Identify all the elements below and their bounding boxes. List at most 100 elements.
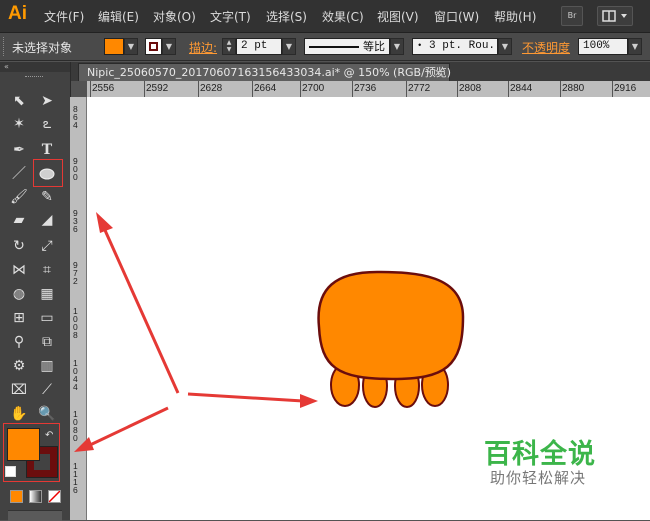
scale-tool-icon[interactable]: ⤢ [36, 236, 58, 256]
h-ruler-label: 2844 [510, 83, 533, 94]
v-ruler-label: 1044 [73, 358, 78, 392]
v-ruler-label: 1116 [73, 461, 78, 495]
watermark-subtitle: 助你轻松解决 [490, 469, 587, 487]
direct-selection-tool-icon[interactable]: ➤ [36, 91, 58, 111]
menu-window[interactable]: 窗口(W) [434, 8, 479, 25]
bridge-button[interactable]: Br [561, 6, 583, 26]
artboard-tool-icon[interactable]: ⌧ [8, 380, 30, 400]
menu-effect[interactable]: 效果(C) [322, 8, 364, 25]
h-ruler-label: 2628 [200, 83, 223, 94]
app-logo: Ai [8, 3, 27, 24]
variable-width-profile[interactable]: 等比 [304, 38, 390, 55]
menu-bar: Ai 文件(F) 编辑(E) 对象(O) 文字(T) 选择(S) 效果(C) 视… [0, 0, 650, 33]
pencil-tool-icon[interactable]: ✎ [36, 187, 58, 207]
profile-line-icon [309, 46, 359, 49]
line-segment-tool-icon[interactable]: ／ [8, 164, 30, 184]
eyedropper-tool-icon[interactable]: ⚲ [8, 332, 30, 352]
stroke-weight-field[interactable]: 2 pt [236, 38, 282, 55]
menu-type[interactable]: 文字(T) [210, 8, 251, 25]
hand-tool-icon[interactable]: ✋ [8, 404, 30, 424]
stroke-weight-stepper[interactable]: ▲ ▼ [222, 38, 236, 55]
brush-dropdown[interactable]: ▼ [498, 38, 512, 55]
h-ruler-label: 2916 [614, 83, 637, 94]
perspective-grid-tool-icon[interactable]: ▦ [36, 284, 58, 304]
h-ruler-label: 2880 [562, 83, 585, 94]
menu-object[interactable]: 对象(O) [153, 8, 196, 25]
drawing-modes-icon[interactable] [8, 510, 62, 521]
body-shape [317, 270, 465, 381]
mesh-tool-icon[interactable]: ⊞ [8, 308, 30, 328]
shape-builder-tool-icon[interactable]: ◍ [8, 284, 30, 304]
toolbox-grip[interactable] [25, 76, 43, 79]
free-transform-tool-icon[interactable]: ⌗ [36, 260, 58, 280]
stroke-weight-dropdown[interactable]: ▼ [282, 38, 296, 55]
toolbox-collapse-icon[interactable]: « [0, 62, 70, 72]
v-ruler-label: 936 [73, 208, 78, 234]
close-tab-icon[interactable]: × [434, 64, 443, 81]
h-ruler-label: 2664 [254, 83, 277, 94]
pen-tool-icon[interactable]: ✒ [8, 140, 30, 160]
fill-swatch[interactable] [7, 428, 40, 461]
menu-file[interactable]: 文件(F) [44, 8, 84, 25]
selection-tool-icon[interactable]: ⬉ [8, 91, 30, 111]
opacity-dropdown[interactable]: ▼ [628, 38, 642, 55]
arrange-documents-button[interactable] [597, 6, 633, 26]
v-ruler-label: 864 [73, 104, 78, 130]
v-ruler-label: 1008 [73, 306, 78, 340]
opacity-field[interactable]: 100% [578, 38, 628, 55]
stroke-dropdown-arrow[interactable]: ▼ [162, 38, 176, 55]
menu-help[interactable]: 帮助(H) [494, 8, 536, 25]
magic-wand-tool-icon[interactable]: ✶ [8, 114, 30, 134]
paintbrush-tool-icon[interactable]: 🖌 [8, 187, 30, 207]
blend-tool-icon[interactable]: ⧉ [36, 332, 58, 352]
slice-tool-icon[interactable]: ⟋ [36, 380, 58, 400]
column-graph-tool-icon[interactable]: ▥ [36, 356, 58, 376]
stroke-color-swatch[interactable] [145, 38, 162, 55]
menu-edit[interactable]: 编辑(E) [98, 8, 139, 25]
document-tab-title: Nipic_25060570_20170607163156433034.ai* … [87, 66, 452, 79]
lasso-tool-icon[interactable]: ఽ [36, 114, 58, 134]
width-tool-icon[interactable]: ⋈ [8, 260, 30, 280]
type-tool-icon[interactable]: T [36, 140, 58, 160]
brush-dot-icon: • [417, 41, 423, 51]
blob-brush-tool-icon[interactable]: ▰ [8, 210, 30, 230]
selection-status: 未选择对象 [12, 41, 73, 55]
v-ruler-label: 900 [73, 156, 78, 182]
h-ruler-label: 2700 [302, 83, 325, 94]
menu-select[interactable]: 选择(S) [266, 8, 307, 25]
fill-color-swatch[interactable] [104, 38, 124, 55]
stroke-link[interactable]: 描边: [189, 39, 217, 56]
profile-label: 等比 [363, 40, 385, 53]
profile-dropdown[interactable]: ▼ [390, 38, 404, 55]
fill-dropdown-arrow[interactable]: ▼ [124, 38, 138, 55]
rotate-tool-icon[interactable]: ↻ [8, 236, 30, 256]
watermark-title: 百科全说 [484, 439, 596, 470]
document-tab-row: Nipic_25060570_20170607163156433034.ai* … [70, 62, 650, 81]
h-ruler-label: 2592 [146, 83, 169, 94]
none-mode-icon[interactable] [48, 490, 61, 503]
tools-panel: « ⬉ ➤ ✶ ఽ ✒ T ／ 🖌 ✎ ▰ ◢ ↻ ⤢ ⋈ ⌗ ◍ ▦ ⊞ ▭ … [0, 62, 71, 521]
brush-definition[interactable]: • 3 pt. Rou... [412, 38, 498, 55]
color-mode-icon[interactable] [10, 490, 23, 503]
document-tab[interactable]: Nipic_25060570_20170607163156433034.ai* … [78, 63, 452, 81]
symbol-sprayer-tool-icon[interactable]: ⚙ [8, 356, 30, 376]
gradient-mode-icon[interactable] [29, 490, 42, 503]
brush-label: 3 pt. Rou... [429, 40, 497, 52]
v-ruler-label: 1080 [73, 409, 78, 443]
v-ruler-label: 972 [73, 260, 78, 286]
vertical-ruler: 864 900 936 972 1008 1044 1080 1116 [70, 97, 87, 520]
arrange-documents-icon [602, 10, 627, 22]
eraser-tool-icon[interactable]: ◢ [36, 210, 58, 230]
zoom-tool-icon[interactable]: 🔍 [36, 404, 58, 424]
menu-view[interactable]: 视图(V) [377, 8, 419, 25]
ellipse-tool-highlight [33, 159, 63, 187]
gradient-tool-icon[interactable]: ▭ [36, 308, 58, 328]
control-bar-grip[interactable] [3, 37, 6, 56]
h-ruler-label: 2736 [354, 83, 377, 94]
opacity-link[interactable]: 不透明度 [522, 39, 570, 56]
horizontal-ruler: 2556 2592 2628 2664 2700 2736 2772 2808 … [87, 81, 650, 98]
h-ruler-label: 2772 [408, 83, 431, 94]
h-ruler-label: 2808 [459, 83, 482, 94]
h-ruler-label: 2556 [92, 83, 115, 94]
control-bar: 未选择对象 ▼ ▼ 描边: ▲ ▼ 2 pt ▼ 等比 ▼ • 3 pt. Rou… [0, 33, 650, 61]
